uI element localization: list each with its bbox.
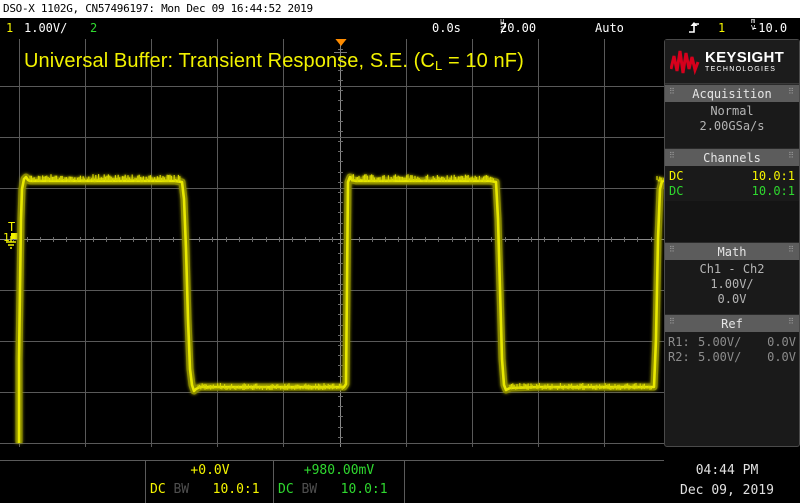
measurement-ch2-probe: 10.0:1 bbox=[341, 482, 388, 497]
measurement-channel2[interactable]: +980.00mV DC BW 10.0:1 bbox=[278, 461, 400, 499]
rising-edge-icon[interactable] bbox=[688, 18, 701, 39]
measurement-channel1[interactable]: +0.0V DC BW 10.0:1 bbox=[150, 461, 270, 499]
ref2-offset: 0.0V bbox=[767, 350, 796, 365]
channel2-probe-ratio: 10.0:1 bbox=[752, 184, 795, 199]
status-delay[interactable]: 0.0s bbox=[432, 18, 461, 39]
channel-row[interactable]: DC 10.0:1 bbox=[665, 184, 799, 199]
info-sidebar: KEYSIGHT TECHNOLOGIES ⠿ Acquisition ⠿ No… bbox=[664, 39, 800, 447]
brand-name: KEYSIGHT bbox=[705, 50, 784, 65]
ref-body: R1: 5.00V/ 0.0V R2: 5.00V/ 0.0V bbox=[665, 332, 799, 367]
channels-header-label: Channels bbox=[703, 151, 761, 165]
ref2-scale: 5.00V/ bbox=[694, 350, 767, 365]
drag-handle-icon: ⠿ bbox=[669, 319, 676, 324]
drag-handle-icon: ⠿ bbox=[669, 89, 676, 94]
math-scale: 1.00V/ bbox=[665, 277, 799, 292]
math-header-label: Math bbox=[718, 245, 747, 259]
ref-row[interactable]: R2: 5.00V/ 0.0V bbox=[665, 350, 799, 365]
acquisition-mode: Normal bbox=[665, 104, 799, 119]
section-header-math[interactable]: ⠿ Math ⠿ bbox=[665, 242, 799, 260]
brand-subtitle: TECHNOLOGIES bbox=[705, 66, 784, 73]
drag-handle-icon: ⠿ bbox=[788, 153, 795, 158]
acquisition-sample-rate: 2.00GSa/s bbox=[665, 119, 799, 134]
sidebar-spacer bbox=[665, 201, 799, 242]
drag-handle-icon: ⠿ bbox=[788, 319, 795, 324]
measurement-separator bbox=[404, 460, 405, 503]
channels-body: DC 10.0:1 DC 10.0:1 bbox=[665, 166, 799, 201]
status-ch1-number[interactable]: 1 bbox=[6, 18, 13, 39]
section-header-ref[interactable]: ⠿ Ref ⠿ bbox=[665, 314, 799, 332]
clock-date: Dec 09, 2019 bbox=[662, 481, 792, 501]
channel1-probe-ratio: 10.0:1 bbox=[752, 169, 795, 184]
ref1-label: R1: bbox=[668, 335, 694, 350]
measurement-ch1-detail: DC BW 10.0:1 bbox=[150, 480, 270, 499]
measurement-ch1-value: +0.0V bbox=[150, 461, 270, 480]
acquisition-body: Normal 2.00GSa/s bbox=[665, 102, 799, 148]
measurement-ch1-coupling: DC bbox=[150, 482, 166, 497]
measurement-ch2-bandwidth: BW bbox=[301, 482, 317, 497]
section-header-acquisition[interactable]: ⠿ Acquisition ⠿ bbox=[665, 84, 799, 102]
drag-handle-icon: ⠿ bbox=[788, 89, 795, 94]
status-trigger-mode[interactable]: Auto bbox=[595, 18, 624, 39]
status-ch1-scale[interactable]: 1.00V/ bbox=[24, 18, 67, 39]
status-timebase-suffix: / bbox=[500, 18, 507, 39]
system-clock: 04:44 PM Dec 09, 2019 bbox=[662, 461, 792, 501]
ref-header-label: Ref bbox=[721, 317, 743, 331]
keysight-waveform-icon bbox=[670, 49, 700, 75]
math-offset: 0.0V bbox=[665, 292, 799, 307]
measurement-bar: +0.0V DC BW 10.0:1 +980.00mV DC BW 10.0:… bbox=[0, 447, 800, 503]
measurement-ch2-coupling: DC bbox=[278, 482, 294, 497]
measurement-separator bbox=[273, 460, 274, 503]
measurement-separator bbox=[145, 460, 146, 503]
channel1-coupling: DC bbox=[669, 169, 683, 184]
ref2-label: R2: bbox=[668, 350, 694, 365]
status-trigger-level-value: -10.0 bbox=[751, 18, 787, 39]
measurement-ch2-value: +980.00mV bbox=[278, 461, 400, 480]
acquisition-header-label: Acquisition bbox=[692, 87, 771, 101]
waveform-graticule[interactable]: Universal Buffer: Transient Response, S.… bbox=[0, 39, 664, 447]
clock-time: 04:44 PM bbox=[662, 461, 792, 481]
ref-row[interactable]: R1: 5.00V/ 0.0V bbox=[665, 335, 799, 350]
measurement-ch1-probe: 10.0:1 bbox=[213, 482, 260, 497]
math-body: Ch1 - Ch2 1.00V/ 0.0V bbox=[665, 260, 799, 314]
channel1-waveform-trace bbox=[0, 39, 664, 447]
drag-handle-icon: ⠿ bbox=[669, 153, 676, 158]
drag-handle-icon: ⠿ bbox=[669, 247, 676, 252]
window-title: DSO-X 1102G, CN57496197: Mon Dec 09 16:4… bbox=[3, 2, 313, 15]
status-trigger-level-unit: mV bbox=[751, 18, 755, 32]
measurement-ch1-bandwidth: BW bbox=[173, 482, 189, 497]
drag-handle-icon: ⠿ bbox=[788, 247, 795, 252]
section-header-channels[interactable]: ⠿ Channels ⠿ bbox=[665, 148, 799, 166]
keysight-logo: KEYSIGHT TECHNOLOGIES bbox=[665, 40, 799, 84]
scope-status-bar: 1 1.00V/ 2 0.0s 20.00 μ s / Auto 1 -10.0 m V bbox=[0, 18, 800, 39]
channel-row[interactable]: DC 10.0:1 bbox=[665, 169, 799, 184]
status-trigger-source[interactable]: 1 bbox=[718, 18, 725, 39]
channel2-coupling: DC bbox=[669, 184, 683, 199]
measurement-ch2-detail: DC BW 10.0:1 bbox=[278, 480, 400, 499]
ref1-offset: 0.0V bbox=[767, 335, 796, 350]
status-ch2-number[interactable]: 2 bbox=[90, 18, 97, 39]
math-expression: Ch1 - Ch2 bbox=[665, 262, 799, 277]
ref1-scale: 5.00V/ bbox=[694, 335, 767, 350]
window-title-bar: DSO-X 1102G, CN57496197: Mon Dec 09 16:4… bbox=[0, 0, 800, 18]
